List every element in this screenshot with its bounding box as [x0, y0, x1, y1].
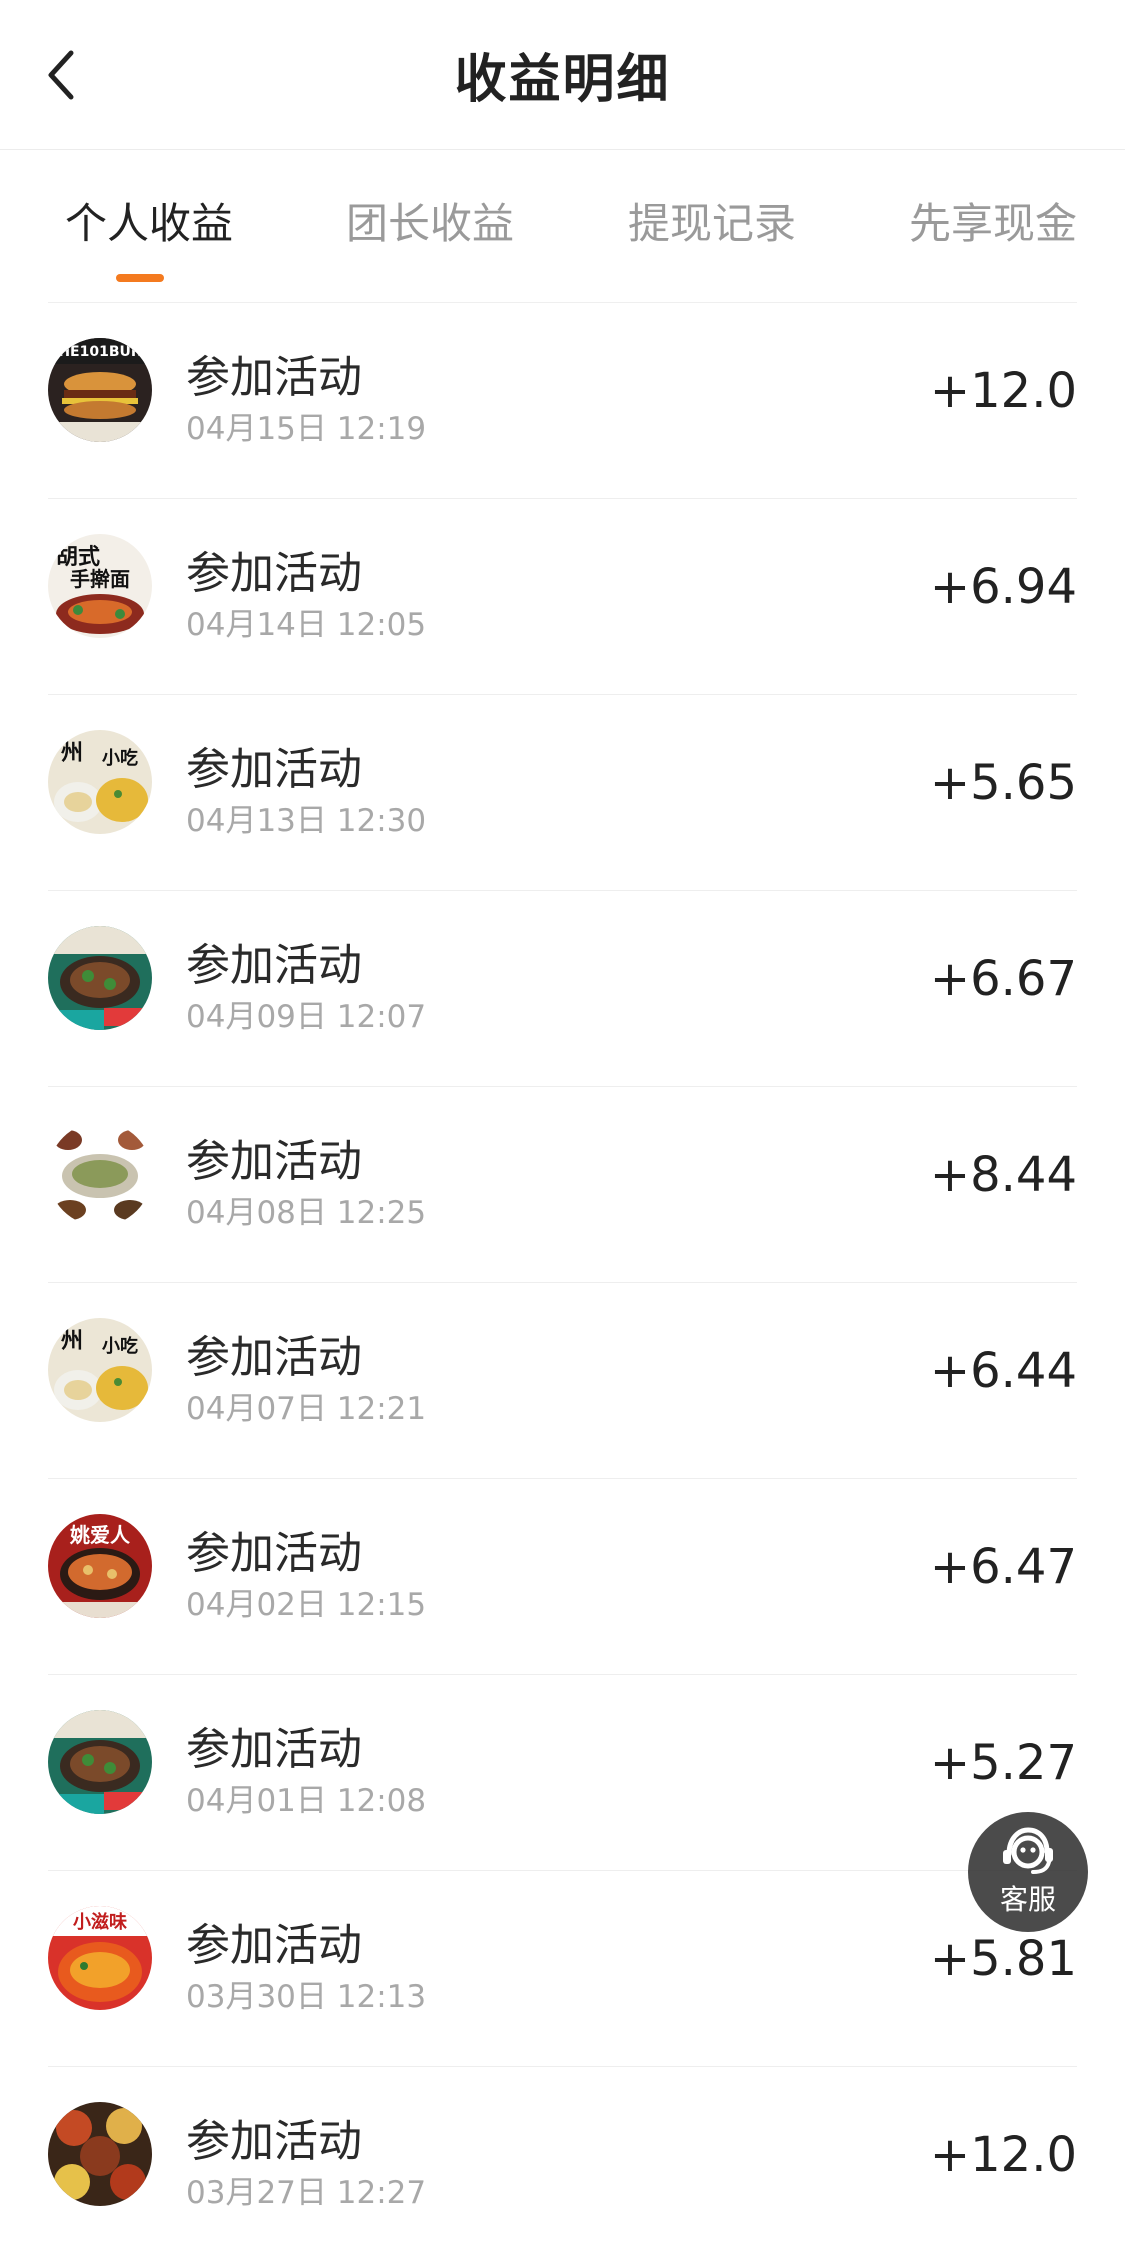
back-button[interactable]: [40, 45, 80, 105]
record-title: 参加活动: [186, 352, 362, 403]
list-item[interactable]: 参加活动 04月01日 12:08 +5.27: [48, 1675, 1077, 1871]
svg-text:州: 州: [61, 1329, 83, 1354]
record-title: 参加活动: [186, 1724, 362, 1775]
record-amount: +12.0: [929, 363, 1077, 419]
claypot-food-image: [48, 926, 152, 1030]
record-title: 参加活动: [186, 548, 362, 599]
snack-food-image: 州 小吃: [48, 1318, 152, 1422]
record-title: 参加活动: [186, 1528, 362, 1579]
record-title: 参加活动: [186, 2116, 362, 2167]
record-title: 参加活动: [186, 940, 362, 991]
list-item[interactable]: 州 小吃 参加活动 04月13日 12:30 +5.65: [48, 695, 1077, 891]
record-title: 参加活动: [186, 1136, 362, 1187]
record-amount: +5.65: [929, 755, 1077, 811]
customer-service-icon: [1003, 1827, 1053, 1874]
dishes-food-image: [48, 2102, 152, 2206]
record-time: 04月15日 12:19: [186, 411, 427, 447]
svg-text:小吃: 小吃: [102, 1335, 138, 1357]
record-time: 04月02日 12:15: [186, 1587, 427, 1623]
record-time: 04月13日 12:30: [186, 803, 427, 839]
claypot-food-image: [48, 1710, 152, 1814]
tab-personal-earnings[interactable]: 个人收益: [65, 190, 233, 251]
list-item[interactable]: 州 小吃 参加活动 04月07日 12:21 +6.44: [48, 1283, 1077, 1479]
customer-service-label: 客服: [999, 1883, 1056, 1916]
record-time: 04月01日 12:08: [186, 1783, 427, 1819]
list-item[interactable]: 参加活动 04月08日 12:25 +8.44: [48, 1087, 1077, 1283]
soup-food-image: [48, 1122, 152, 1226]
record-amount: +6.94: [929, 559, 1077, 615]
record-time: 04月08日 12:25: [186, 1195, 427, 1231]
record-amount: +5.27: [929, 1735, 1077, 1791]
snack-food-image: 州 小吃: [48, 730, 152, 834]
record-time: 04月14日 12:05: [186, 607, 427, 643]
record-amount: +8.44: [929, 1147, 1077, 1203]
svg-text:手擀面: 手擀面: [70, 567, 130, 591]
svg-text:姚爱人: 姚爱人: [69, 1523, 131, 1547]
record-amount: +6.67: [929, 951, 1077, 1007]
record-title: 参加活动: [186, 744, 362, 795]
list-item[interactable]: HE101BUR 参加活动 04月15日 12:19 +12.0: [48, 303, 1077, 499]
record-time: 03月30日 12:13: [186, 1979, 427, 2015]
tab-leader-earnings[interactable]: 团长收益: [346, 190, 514, 251]
record-time: 04月07日 12:21: [186, 1391, 427, 1427]
list-item[interactable]: 胡式 手擀面 参加活动 04月14日 12:05 +6.94: [48, 499, 1077, 695]
tab-withdraw-records[interactable]: 提现记录: [628, 190, 796, 251]
record-amount: +6.44: [929, 1343, 1077, 1399]
record-amount: +12.0: [929, 2127, 1077, 2183]
record-time: 03月27日 12:27: [186, 2175, 427, 2211]
noodle-food-image: 胡式 手擀面: [48, 534, 152, 638]
tab-advance-cash[interactable]: 先享现金: [909, 190, 1077, 251]
record-title: 参加活动: [186, 1332, 362, 1383]
list-item[interactable]: 小滋味 参加活动 03月30日 12:13 +5.81: [48, 1871, 1077, 2067]
svg-text:小吃: 小吃: [102, 747, 138, 769]
page-title: 收益明细: [454, 50, 671, 110]
noodle-bowl-food-image: 姚爱人: [48, 1514, 152, 1618]
record-time: 04月09日 12:07: [186, 999, 427, 1035]
record-amount: +6.47: [929, 1539, 1077, 1595]
customer-service-button[interactable]: 客服: [968, 1812, 1088, 1932]
spicy-food-image: 小滋味: [48, 1906, 152, 2010]
list-item[interactable]: 参加活动 04月09日 12:07 +6.67: [48, 891, 1077, 1087]
top-bar: 收益明细: [0, 0, 1125, 150]
record-amount: +5.81: [929, 1931, 1077, 1987]
chevron-left-icon: [48, 50, 74, 99]
earnings-list: HE101BUR 参加活动 04月15日 12:19 +12.0 胡式 手擀面: [0, 303, 1125, 2263]
svg-text:小滋味: 小滋味: [73, 1911, 127, 1933]
tab-bar: 个人收益 团长收益 提现记录 先享现金: [0, 150, 1125, 303]
record-title: 参加活动: [186, 1920, 362, 1971]
active-tab-indicator: [116, 274, 164, 282]
svg-text:HE101BUR: HE101BUR: [58, 344, 142, 360]
list-item[interactable]: 参加活动 03月27日 12:27 +12.0: [48, 2067, 1077, 2263]
burger-food-image: HE101BUR: [48, 338, 152, 442]
svg-text:州: 州: [61, 741, 83, 766]
list-item[interactable]: 姚爱人 参加活动 04月02日 12:15 +6.47: [48, 1479, 1077, 1675]
